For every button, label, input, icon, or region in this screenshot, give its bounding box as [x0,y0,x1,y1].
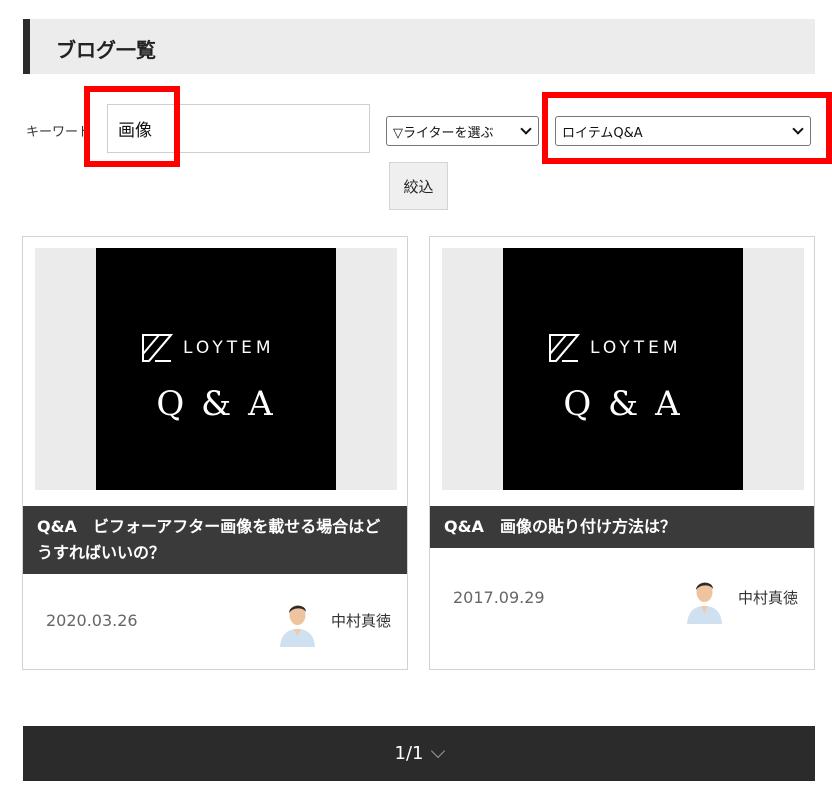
chevron-down-icon [520,123,532,135]
loytem-logo-icon [549,334,580,362]
thumbnail-caption: Q & A [563,384,683,424]
thumbnail-caption: Q & A [156,384,276,424]
post-card[interactable]: LOYTEM Q & A Q&A 画像の貼り付け方法は？ 2017.09.29 … [429,236,815,670]
post-thumbnail[interactable]: LOYTEM Q & A [442,248,804,490]
logo-text: LOYTEM [590,338,682,358]
chevron-down-icon [431,743,446,758]
post-title[interactable]: Q&A ビフォーアフター画像を載せる場合はどうすればいいの？ [23,506,407,574]
thumbnail-image: LOYTEM Q & A [503,248,743,490]
loytem-logo: LOYTEM [141,332,301,364]
loytem-logo-icon [142,334,173,362]
keyword-label: キーワード [26,125,92,140]
post-author: 中村真徳 [331,612,392,630]
logo-text: LOYTEM [183,338,275,358]
writer-select[interactable]: ▽ライターを選ぶ [386,116,539,146]
thumbnail-image: LOYTEM Q & A [96,248,336,490]
post-author: 中村真徳 [738,589,799,607]
pagination-label: 1/1 [394,743,424,764]
author-avatar [276,595,319,647]
post-card[interactable]: LOYTEM Q & A Q&A ビフォーアフター画像を載せる場合はどうすればい… [22,236,408,670]
post-thumbnail[interactable]: LOYTEM Q & A [35,248,397,490]
page-title: ブログ一覧 [56,38,156,62]
post-title[interactable]: Q&A 画像の貼り付け方法は？ [430,506,814,548]
category-select[interactable]: ロイテムQ&A [555,116,811,146]
keyword-input[interactable] [107,104,370,153]
chevron-down-icon [792,123,804,135]
page-heading: ブログ一覧 [23,19,815,74]
post-date: 2017.09.29 [453,588,545,607]
loytem-logo: LOYTEM [548,332,708,364]
category-select-value: ロイテムQ&A [562,125,643,141]
filter-button[interactable]: 絞込 [389,162,448,210]
post-date: 2020.03.26 [46,611,138,630]
author-avatar [683,572,726,624]
pagination[interactable]: 1/1 [23,726,815,781]
writer-select-value: ▽ライターを選ぶ [393,125,494,141]
